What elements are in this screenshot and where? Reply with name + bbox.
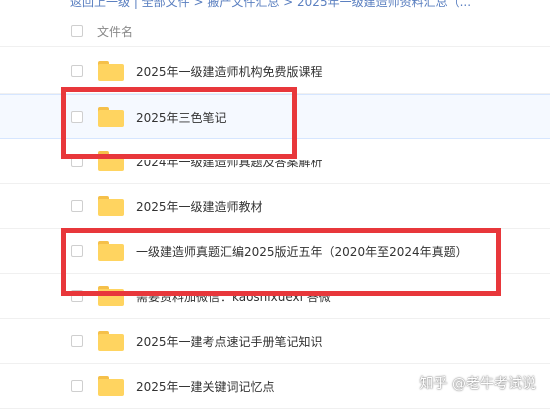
file-row[interactable]: 2024年一级建造师真题及答案解析 bbox=[0, 139, 550, 184]
folder-icon bbox=[98, 196, 124, 216]
file-name[interactable]: 2025年一级建造师教材 bbox=[136, 198, 263, 215]
row-checkbox[interactable] bbox=[71, 111, 83, 123]
file-row[interactable]: 2025年一级建造师机构免费版课程 bbox=[0, 49, 550, 94]
file-row[interactable]: 2025年一级建造师教材 bbox=[0, 184, 550, 229]
row-checkbox[interactable] bbox=[71, 200, 83, 212]
file-row[interactable]: 需要资料加微信：kaoshixuexi 答微 bbox=[0, 274, 550, 319]
file-name[interactable]: 需要资料加微信：kaoshixuexi 答微 bbox=[136, 295, 331, 305]
watermark: 知乎 @老牛考试说 bbox=[419, 376, 536, 392]
file-name[interactable]: 2025年一建关键词记忆点 bbox=[136, 378, 275, 395]
file-list-header: 文件名 bbox=[0, 18, 550, 47]
file-row[interactable]: 一级建造师真题汇编2025版近五年（2020年至2024年真题） bbox=[0, 229, 550, 274]
folder-icon bbox=[98, 107, 124, 127]
file-name[interactable]: 2025年三色笔记 bbox=[136, 109, 227, 126]
row-checkbox[interactable] bbox=[71, 245, 83, 257]
column-header-filename[interactable]: 文件名 bbox=[97, 23, 133, 40]
breadcrumb[interactable]: 返回上一级 | 全部文件 > 搬产文件汇总 > 2025年一级建造师资料汇总（.… bbox=[0, 0, 550, 9]
select-all-checkbox[interactable] bbox=[71, 25, 83, 37]
folder-icon bbox=[98, 151, 124, 171]
file-name[interactable]: 2024年一级建造师真题及答案解析 bbox=[136, 160, 323, 170]
file-name[interactable]: 一级建造师真题汇编2025版近五年（2020年至2024年真题） bbox=[136, 243, 468, 260]
file-row[interactable]: 2025年三色笔记 bbox=[0, 94, 550, 139]
row-checkbox[interactable] bbox=[71, 155, 83, 167]
file-name[interactable]: 2025年一级建造师机构免费版课程 bbox=[136, 63, 323, 80]
row-checkbox[interactable] bbox=[71, 380, 83, 392]
file-row[interactable]: 2025年一建考点速记手册笔记知识 bbox=[0, 319, 550, 364]
folder-icon bbox=[98, 331, 124, 351]
folder-icon bbox=[98, 286, 124, 306]
folder-icon bbox=[98, 376, 124, 396]
file-name[interactable]: 2025年一建考点速记手册笔记知识 bbox=[136, 333, 323, 350]
row-checkbox[interactable] bbox=[71, 65, 83, 77]
folder-icon bbox=[98, 61, 124, 81]
row-checkbox[interactable] bbox=[71, 290, 83, 302]
folder-icon bbox=[98, 241, 124, 261]
row-checkbox[interactable] bbox=[71, 335, 83, 347]
